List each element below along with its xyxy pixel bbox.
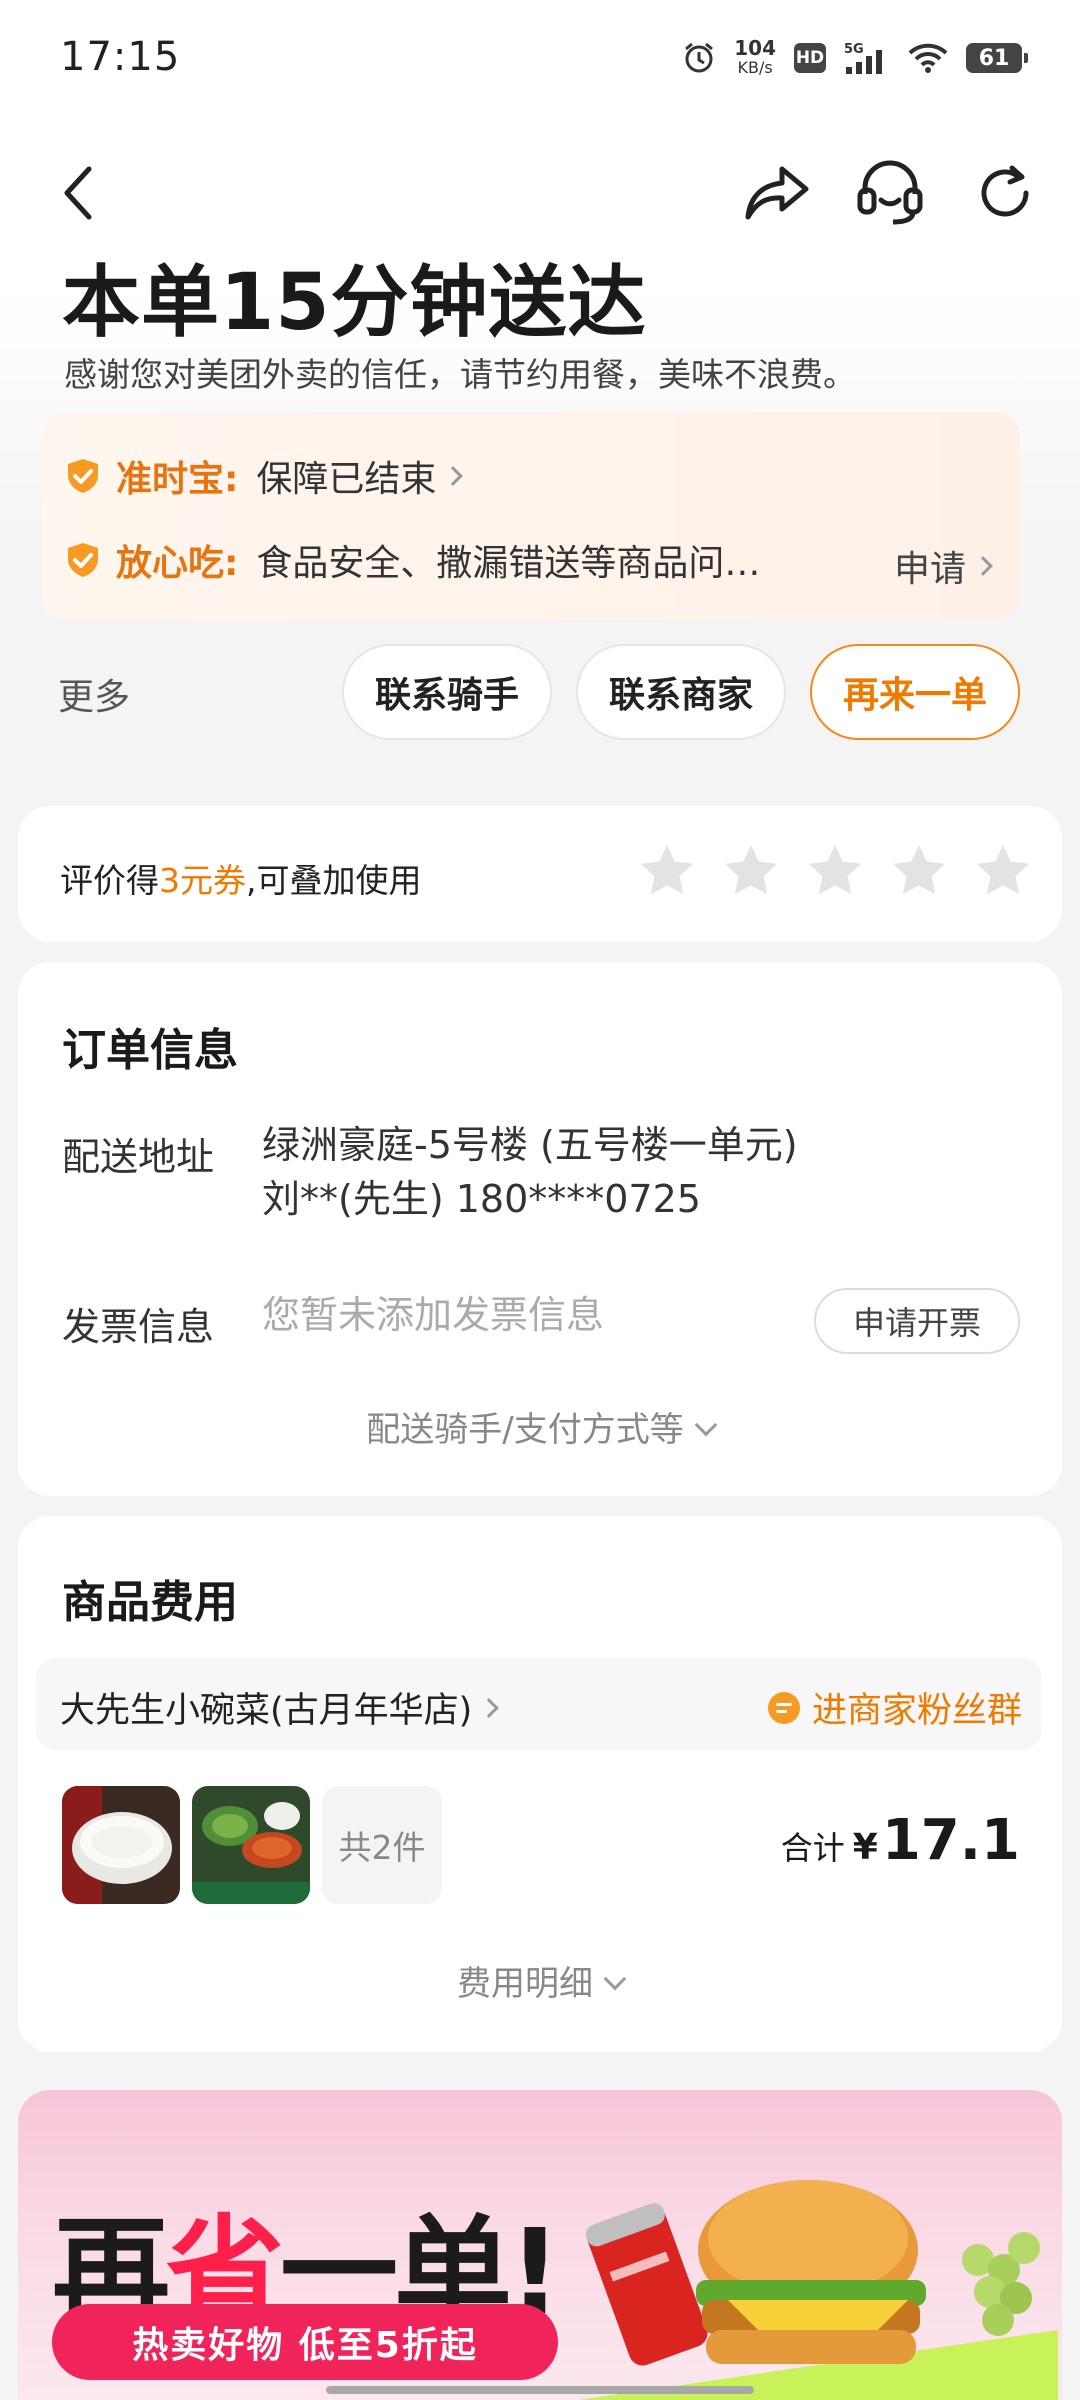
apply-label: 申请 xyxy=(893,549,966,590)
address-line: 绿洲豪庭-5号楼 (五号楼一单元) xyxy=(262,1123,798,1167)
battery-icon: 61 xyxy=(966,43,1028,73)
svg-text:5G: 5G xyxy=(844,42,864,57)
address-label: 配送地址 xyxy=(62,1135,215,1179)
page-title: 本单15分钟送达 xyxy=(62,258,647,348)
product-thumbnail-rice[interactable] xyxy=(62,1786,180,1904)
back-icon xyxy=(64,166,92,220)
item-count[interactable]: 共2件 xyxy=(322,1786,442,1904)
address-value: 绿洲豪庭-5号楼 (五号楼一单元) 刘**(先生) 180****0725 xyxy=(262,1118,798,1226)
apply-invoice-button[interactable]: 申请开票 xyxy=(814,1288,1020,1354)
burger-drink-illustration xyxy=(578,2180,1058,2400)
ontime-label: 准时宝: xyxy=(116,459,239,500)
chevron-down-icon xyxy=(603,1967,627,1991)
total-label: 合计 xyxy=(780,1829,845,1867)
page-subtitle: 感谢您对美团外卖的信任，请节约用餐，美味不浪费。 xyxy=(64,355,856,394)
home-indicator[interactable] xyxy=(326,2386,754,2394)
back-button[interactable] xyxy=(44,158,114,228)
contact-merchant-button[interactable]: 联系商家 xyxy=(576,644,786,740)
expand-fee-details[interactable]: 费用明细 xyxy=(18,1956,1062,2005)
order-info-card: 订单信息 配送地址 绿洲豪庭-5号楼 (五号楼一单元) 刘**(先生) 180*… xyxy=(18,962,1062,1496)
product-thumbnail-combo[interactable] xyxy=(192,1786,310,1904)
total-amount: 17.1 xyxy=(881,1808,1020,1873)
reorder-button[interactable]: 再来一单 xyxy=(810,644,1020,740)
fans-group-link[interactable]: 进商家粉丝群 xyxy=(766,1682,1022,1733)
star-icon[interactable] xyxy=(722,842,780,900)
goods-title: 商品费用 xyxy=(62,1577,238,1628)
order-total: 合计 ¥ 17.1 xyxy=(781,1808,1020,1873)
order-info-title: 订单信息 xyxy=(62,1025,238,1076)
shield-check-icon xyxy=(68,543,98,577)
more-button[interactable]: 更多 xyxy=(58,668,130,720)
star-icon[interactable] xyxy=(974,842,1032,900)
star-icon[interactable] xyxy=(638,842,696,900)
status-icons: 104 KB/s HD 5G 61 xyxy=(682,34,1028,82)
signal-5g-icon: 5G xyxy=(844,42,882,74)
shop-name-link[interactable]: 大先生小碗菜(古月年华店) xyxy=(60,1682,500,1733)
nav-bar xyxy=(0,150,1080,230)
shop-bar: 大先生小碗菜(古月年华店) 进商家粉丝群 xyxy=(36,1658,1042,1750)
contact-rider-button[interactable]: 联系骑手 xyxy=(342,644,552,740)
wifi-icon xyxy=(908,43,948,73)
refresh-icon xyxy=(981,165,1029,217)
contact-line: 刘**(先生) 180****0725 xyxy=(262,1177,701,1221)
hd-icon: HD xyxy=(794,43,826,73)
rating-stars xyxy=(638,842,1032,900)
invoice-placeholder: 您暂未添加发票信息 xyxy=(262,1293,605,1337)
customer-service-button[interactable] xyxy=(855,158,925,228)
alarm-icon xyxy=(685,42,714,73)
refresh-button[interactable] xyxy=(970,158,1040,228)
chat-group-icon xyxy=(767,1691,800,1724)
ontime-guarantee-row[interactable]: 准时宝: 保障已结束 xyxy=(64,446,464,506)
share-button[interactable] xyxy=(742,158,812,228)
invoice-label: 发票信息 xyxy=(62,1305,215,1349)
rating-card: 评价得3元券,可叠加使用 xyxy=(18,806,1062,942)
banner-promo-pill: 热卖好物 低至5折起 xyxy=(52,2304,558,2380)
safe-eat-row[interactable]: 放心吃: 食品安全、撒漏错送等商品问… xyxy=(64,530,760,590)
safe-eat-label: 放心吃: xyxy=(116,543,239,584)
rating-prompt: 评价得3元券,可叠加使用 xyxy=(60,861,422,900)
status-bar: 17:15 104 KB/s HD 5G 61 xyxy=(0,0,1080,120)
goods-card: 商品费用 大先生小碗菜(古月年华店) 进商家粉丝群 共2件 合计 ¥ 17.1 … xyxy=(18,1516,1062,2052)
star-icon[interactable] xyxy=(890,842,948,900)
promo-banner[interactable]: 再省一单! 热卖好物 低至5折起 xyxy=(18,2090,1062,2400)
combo-meal-image xyxy=(192,1786,310,1904)
shield-check-icon xyxy=(68,459,98,493)
network-speed: 104 KB/s xyxy=(734,36,776,77)
safe-eat-text: 食品安全、撒漏错送等商品问… xyxy=(256,543,761,584)
share-icon xyxy=(745,166,809,220)
chevron-down-icon xyxy=(694,1413,718,1437)
chevron-right-icon xyxy=(973,556,993,576)
chevron-right-icon xyxy=(443,466,464,486)
guarantee-box: 准时宝: 保障已结束 放心吃: 食品安全、撒漏错送等商品问… 申请 xyxy=(42,412,1020,620)
chevron-right-icon xyxy=(479,1697,500,1718)
expand-delivery-details[interactable]: 配送骑手/支付方式等 xyxy=(18,1402,1062,1451)
apply-button[interactable]: 申请 xyxy=(893,540,993,592)
ontime-text: 保障已结束 xyxy=(256,459,437,500)
headset-icon xyxy=(857,160,923,225)
rice-bowl-image xyxy=(62,1786,180,1904)
status-time: 17:15 xyxy=(60,34,181,80)
star-icon[interactable] xyxy=(806,842,864,900)
coupon-highlight: 3元券 xyxy=(159,861,246,900)
currency-symbol: ¥ xyxy=(852,1827,878,1868)
